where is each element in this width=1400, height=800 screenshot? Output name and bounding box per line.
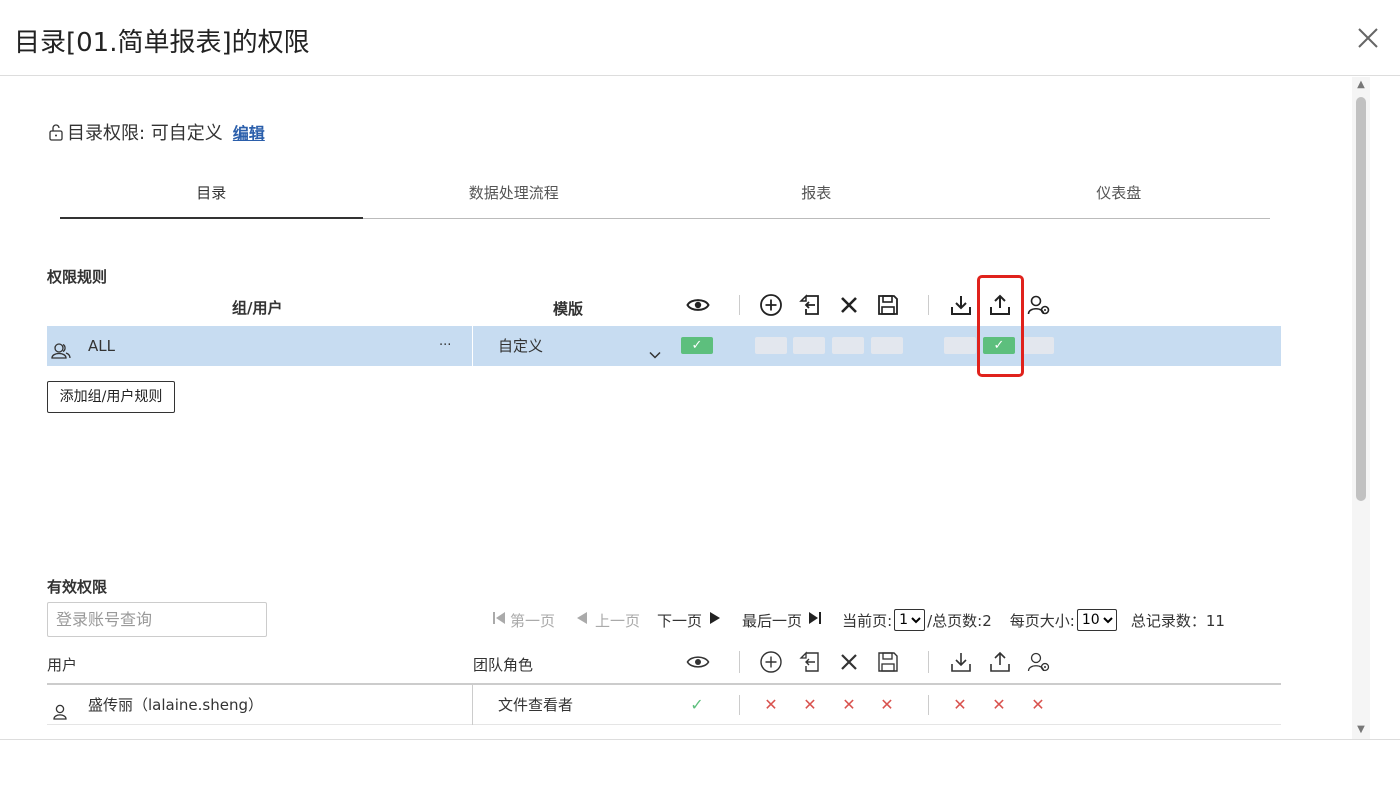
header-divider — [928, 651, 929, 673]
pager: 第一页 上一页 下一页 最后一页 当前页: 1 /总页数:2 每页大小: 10 … — [492, 608, 1225, 632]
save-icon — [875, 292, 901, 318]
prev-page-button[interactable]: 上一页 — [595, 610, 640, 631]
download-icon — [948, 649, 974, 675]
next-page-button[interactable]: 下一页 — [657, 610, 702, 631]
col-user: 用户 — [47, 656, 78, 674]
tab-data-flow[interactable]: 数据处理流程 — [363, 177, 666, 218]
view-checkbox[interactable]: ✓ — [681, 337, 713, 354]
dialog-footer — [0, 739, 1400, 800]
user-manage-icon — [1026, 649, 1052, 675]
save-checkbox[interactable] — [871, 337, 903, 354]
rule-name: ALL — [88, 337, 115, 355]
download-denied-mark: ✕ — [953, 695, 967, 714]
first-page-icon[interactable] — [492, 611, 506, 629]
upload-checkbox[interactable]: ✓ — [983, 337, 1015, 354]
eye-icon — [685, 649, 711, 675]
catalog-permission-line: 目录权限: 可自定义 编辑 — [47, 119, 265, 145]
save-icon — [875, 649, 901, 675]
cell-divider — [472, 685, 473, 725]
team-role: 文件查看者 — [498, 696, 574, 714]
current-page-label: 当前页: — [842, 611, 893, 630]
plus-circle-icon — [758, 292, 784, 318]
view-allowed-mark: ✓ — [690, 695, 704, 714]
user-name: 盛传丽（lalaine.sheng） — [88, 696, 263, 714]
create-denied-mark: ✕ — [764, 695, 778, 714]
create-checkbox[interactable] — [755, 337, 787, 354]
page-size-select[interactable]: 10 — [1076, 609, 1117, 631]
account-search-input[interactable] — [47, 602, 267, 637]
tab-bar: 目录 数据处理流程 报表 仪表盘 — [60, 177, 1270, 219]
manage-denied-mark: ✕ — [1031, 695, 1045, 714]
cell-divider — [472, 326, 473, 366]
move-denied-mark: ✕ — [803, 695, 817, 714]
permission-dialog: 目录[01.简单报表]的权限 目录权限: 可自定义 编辑 目录 数据处理流程 报… — [0, 0, 1400, 800]
delete-x-icon — [836, 649, 862, 675]
plus-circle-icon — [758, 649, 784, 675]
col-group-user: 组/用户 — [232, 299, 283, 317]
tab-catalog[interactable]: 目录 — [60, 177, 363, 219]
unlock-icon — [47, 123, 65, 141]
dialog-header: 目录[01.简单报表]的权限 — [0, 0, 1400, 76]
cell-divider — [928, 695, 929, 715]
delete-x-icon — [836, 292, 862, 318]
eye-icon — [685, 292, 711, 318]
catalog-permission-text: 目录权限: 可自定义 — [67, 123, 223, 144]
header-divider — [739, 295, 740, 315]
add-rule-button[interactable]: 添加组/用户规则 — [47, 381, 175, 413]
group-icon — [51, 336, 71, 359]
tab-reports[interactable]: 报表 — [665, 177, 968, 218]
move-in-icon — [797, 292, 823, 318]
dialog-body: 目录权限: 可自定义 编辑 目录 数据处理流程 报表 仪表盘 权限规则 组/用户… — [0, 77, 1352, 739]
more-options-icon[interactable]: ··· — [439, 326, 451, 366]
download-icon — [948, 292, 974, 318]
move-in-icon — [797, 649, 823, 675]
header-divider — [739, 651, 740, 673]
save-denied-mark: ✕ — [880, 695, 894, 714]
cell-divider — [739, 695, 740, 715]
first-page-button[interactable]: 第一页 — [510, 610, 555, 631]
download-checkbox[interactable] — [944, 337, 976, 354]
col-template: 模版 — [553, 300, 584, 318]
current-page-select[interactable]: 1 — [894, 609, 926, 631]
scrollbar-thumb[interactable] — [1356, 97, 1366, 501]
user-manage-icon — [1026, 292, 1052, 318]
next-page-icon[interactable] — [708, 611, 722, 629]
rules-section-title: 权限规则 — [47, 268, 108, 286]
total-records-text: 总记录数：11 — [1130, 611, 1225, 630]
upload-icon — [987, 649, 1013, 675]
col-team-role: 团队角色 — [473, 656, 534, 674]
dialog-title: 目录[01.简单报表]的权限 — [14, 28, 310, 58]
last-page-icon[interactable] — [808, 611, 822, 629]
rule-row-all[interactable]: ALL ··· 自定义 ✓ ✓ — [47, 326, 1281, 366]
upload-icon — [987, 292, 1013, 318]
last-page-button[interactable]: 最后一页 — [742, 610, 802, 631]
vertical-scrollbar[interactable]: ▲ ▼ — [1352, 77, 1370, 739]
chevron-down-icon[interactable] — [647, 338, 663, 359]
scroll-up-icon[interactable]: ▲ — [1355, 80, 1367, 90]
user-icon — [52, 696, 68, 720]
header-divider — [928, 295, 929, 315]
table-row: 盛传丽（lalaine.sheng） 文件查看者 ✓ ✕ ✕ ✕ ✕ ✕ ✕ ✕ — [47, 685, 1281, 725]
scroll-down-icon[interactable]: ▼ — [1355, 725, 1367, 735]
tab-dashboards[interactable]: 仪表盘 — [968, 177, 1271, 218]
edit-link[interactable]: 编辑 — [233, 120, 265, 144]
total-pages-text: /总页数:2 — [927, 611, 992, 630]
manage-checkbox[interactable] — [1022, 337, 1054, 354]
prev-page-icon[interactable] — [575, 611, 589, 629]
move-checkbox[interactable] — [793, 337, 825, 354]
upload-denied-mark: ✕ — [992, 695, 1006, 714]
delete-denied-mark: ✕ — [842, 695, 856, 714]
page-size-label: 每页大小: — [1009, 611, 1075, 630]
template-select[interactable]: 自定义 — [498, 326, 543, 366]
effective-section-title: 有效权限 — [47, 578, 108, 596]
delete-checkbox[interactable] — [832, 337, 864, 354]
close-icon[interactable] — [1354, 24, 1382, 52]
